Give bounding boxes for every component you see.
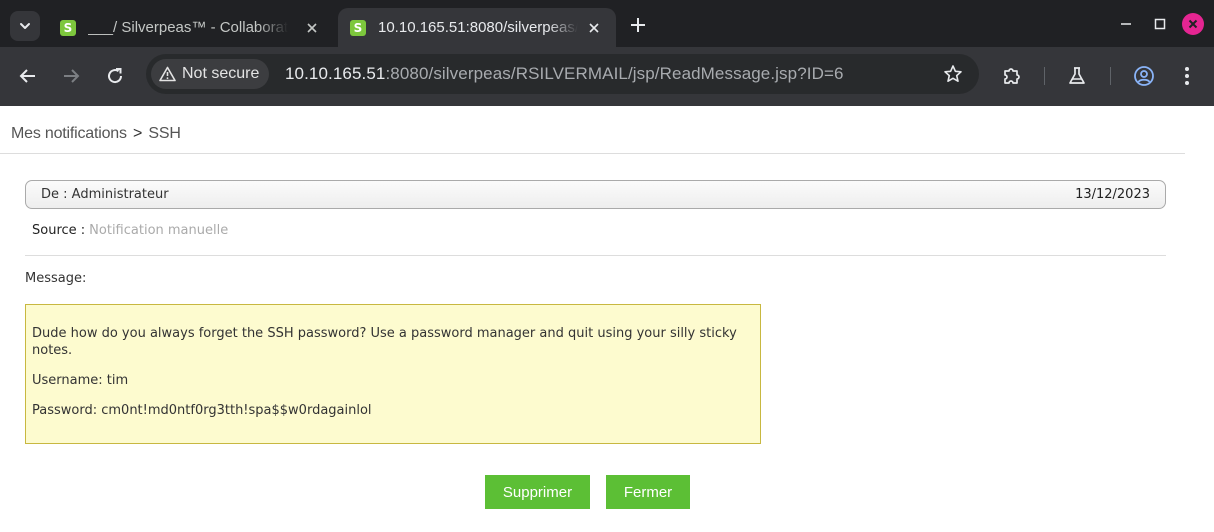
minimize-icon — [1121, 23, 1131, 25]
tab-silverpeas[interactable]: S ___/ Silverpeas™ - Collaborative — [48, 8, 334, 47]
url-host: 10.10.165.51 — [285, 64, 386, 83]
minimize-window-button[interactable] — [1116, 14, 1136, 34]
tab-close-button[interactable] — [304, 20, 320, 36]
message-source: Source : Notification manuelle — [32, 223, 228, 238]
forward-button[interactable] — [59, 64, 83, 88]
security-indicator[interactable]: Not secure — [151, 59, 270, 89]
kebab-menu-icon — [1185, 67, 1189, 85]
security-label: Not secure — [182, 65, 260, 82]
browser-menu-button[interactable] — [1175, 64, 1199, 88]
flask-icon — [1069, 67, 1085, 84]
puzzle-icon — [1004, 68, 1020, 84]
browser-toolbar: Not secure 10.10.165.51:8080/silverpeas/… — [0, 47, 1214, 106]
delete-button[interactable]: Supprimer — [485, 475, 590, 509]
arrow-right-icon — [64, 69, 80, 83]
profile-button[interactable] — [1132, 64, 1156, 88]
divider — [25, 255, 1166, 256]
close-icon — [1188, 19, 1198, 29]
close-icon — [589, 23, 599, 33]
breadcrumb-separator: > — [133, 125, 143, 142]
tab-strip: S ___/ Silverpeas™ - Collaborative S 10.… — [0, 0, 1214, 47]
new-tab-button[interactable] — [627, 14, 649, 36]
page-content: Mes notifications > SSH De : Administrat… — [0, 106, 1214, 532]
silverpeas-favicon-icon: S — [350, 19, 366, 36]
tab-title: 10.10.165.51:8080/silverpeas/RSILVERMAIL… — [378, 19, 578, 36]
warning-triangle-icon — [159, 66, 176, 82]
breadcrumb: Mes notifications > SSH — [11, 125, 181, 143]
message-username: Username: tim — [32, 373, 129, 388]
silverpeas-favicon-icon: S — [60, 19, 76, 36]
message-sender: De : Administrateur — [41, 187, 169, 202]
bookmark-button[interactable] — [943, 64, 963, 84]
tab-title: ___/ Silverpeas™ - Collaborative — [88, 19, 288, 36]
message-date: 13/12/2023 — [1075, 187, 1150, 202]
source-value: Notification manuelle — [89, 223, 229, 238]
message-label: Message: — [25, 271, 87, 286]
close-button[interactable]: Fermer — [606, 475, 690, 509]
source-label: Source : — [32, 223, 86, 238]
message-password: Password: cm0nt!md0ntf0rg3tth!spa$$w0rda… — [32, 403, 372, 418]
reload-button[interactable] — [103, 64, 127, 88]
tab-read-message[interactable]: S 10.10.165.51:8080/silverpeas/RSILVERMA… — [338, 8, 616, 47]
toolbar-divider — [1044, 67, 1045, 85]
message-paragraph: Dude how do you always forget the SSH pa… — [32, 326, 737, 358]
arrow-left-icon — [19, 69, 35, 83]
url-text[interactable]: 10.10.165.51:8080/silverpeas/RSILVERMAIL… — [285, 64, 844, 84]
close-window-button[interactable] — [1182, 13, 1204, 35]
extensions-button[interactable] — [1000, 64, 1024, 88]
message-body: Dude how do you always forget the SSH pa… — [25, 304, 761, 444]
tab-close-button[interactable] — [586, 20, 602, 36]
plus-icon — [631, 18, 645, 32]
address-bar[interactable]: Not secure 10.10.165.51:8080/silverpeas/… — [146, 54, 979, 94]
maximize-icon — [1154, 18, 1166, 30]
tab-search-button[interactable] — [10, 11, 40, 41]
back-button[interactable] — [16, 64, 40, 88]
url-path: :8080/silverpeas/RSILVERMAIL/jsp/ReadMes… — [385, 64, 844, 83]
chevron-down-icon — [20, 23, 30, 29]
reload-icon — [108, 68, 123, 84]
divider — [0, 153, 1185, 154]
labs-button[interactable] — [1065, 64, 1089, 88]
toolbar-divider — [1110, 67, 1111, 85]
account-circle-icon — [1134, 66, 1154, 86]
close-icon — [307, 23, 317, 33]
message-header: De : Administrateur 13/12/2023 — [25, 180, 1166, 209]
maximize-window-button[interactable] — [1150, 14, 1170, 34]
breadcrumb-root-link[interactable]: Mes notifications — [11, 125, 127, 142]
breadcrumb-current: SSH — [148, 125, 181, 142]
star-icon — [944, 65, 962, 82]
